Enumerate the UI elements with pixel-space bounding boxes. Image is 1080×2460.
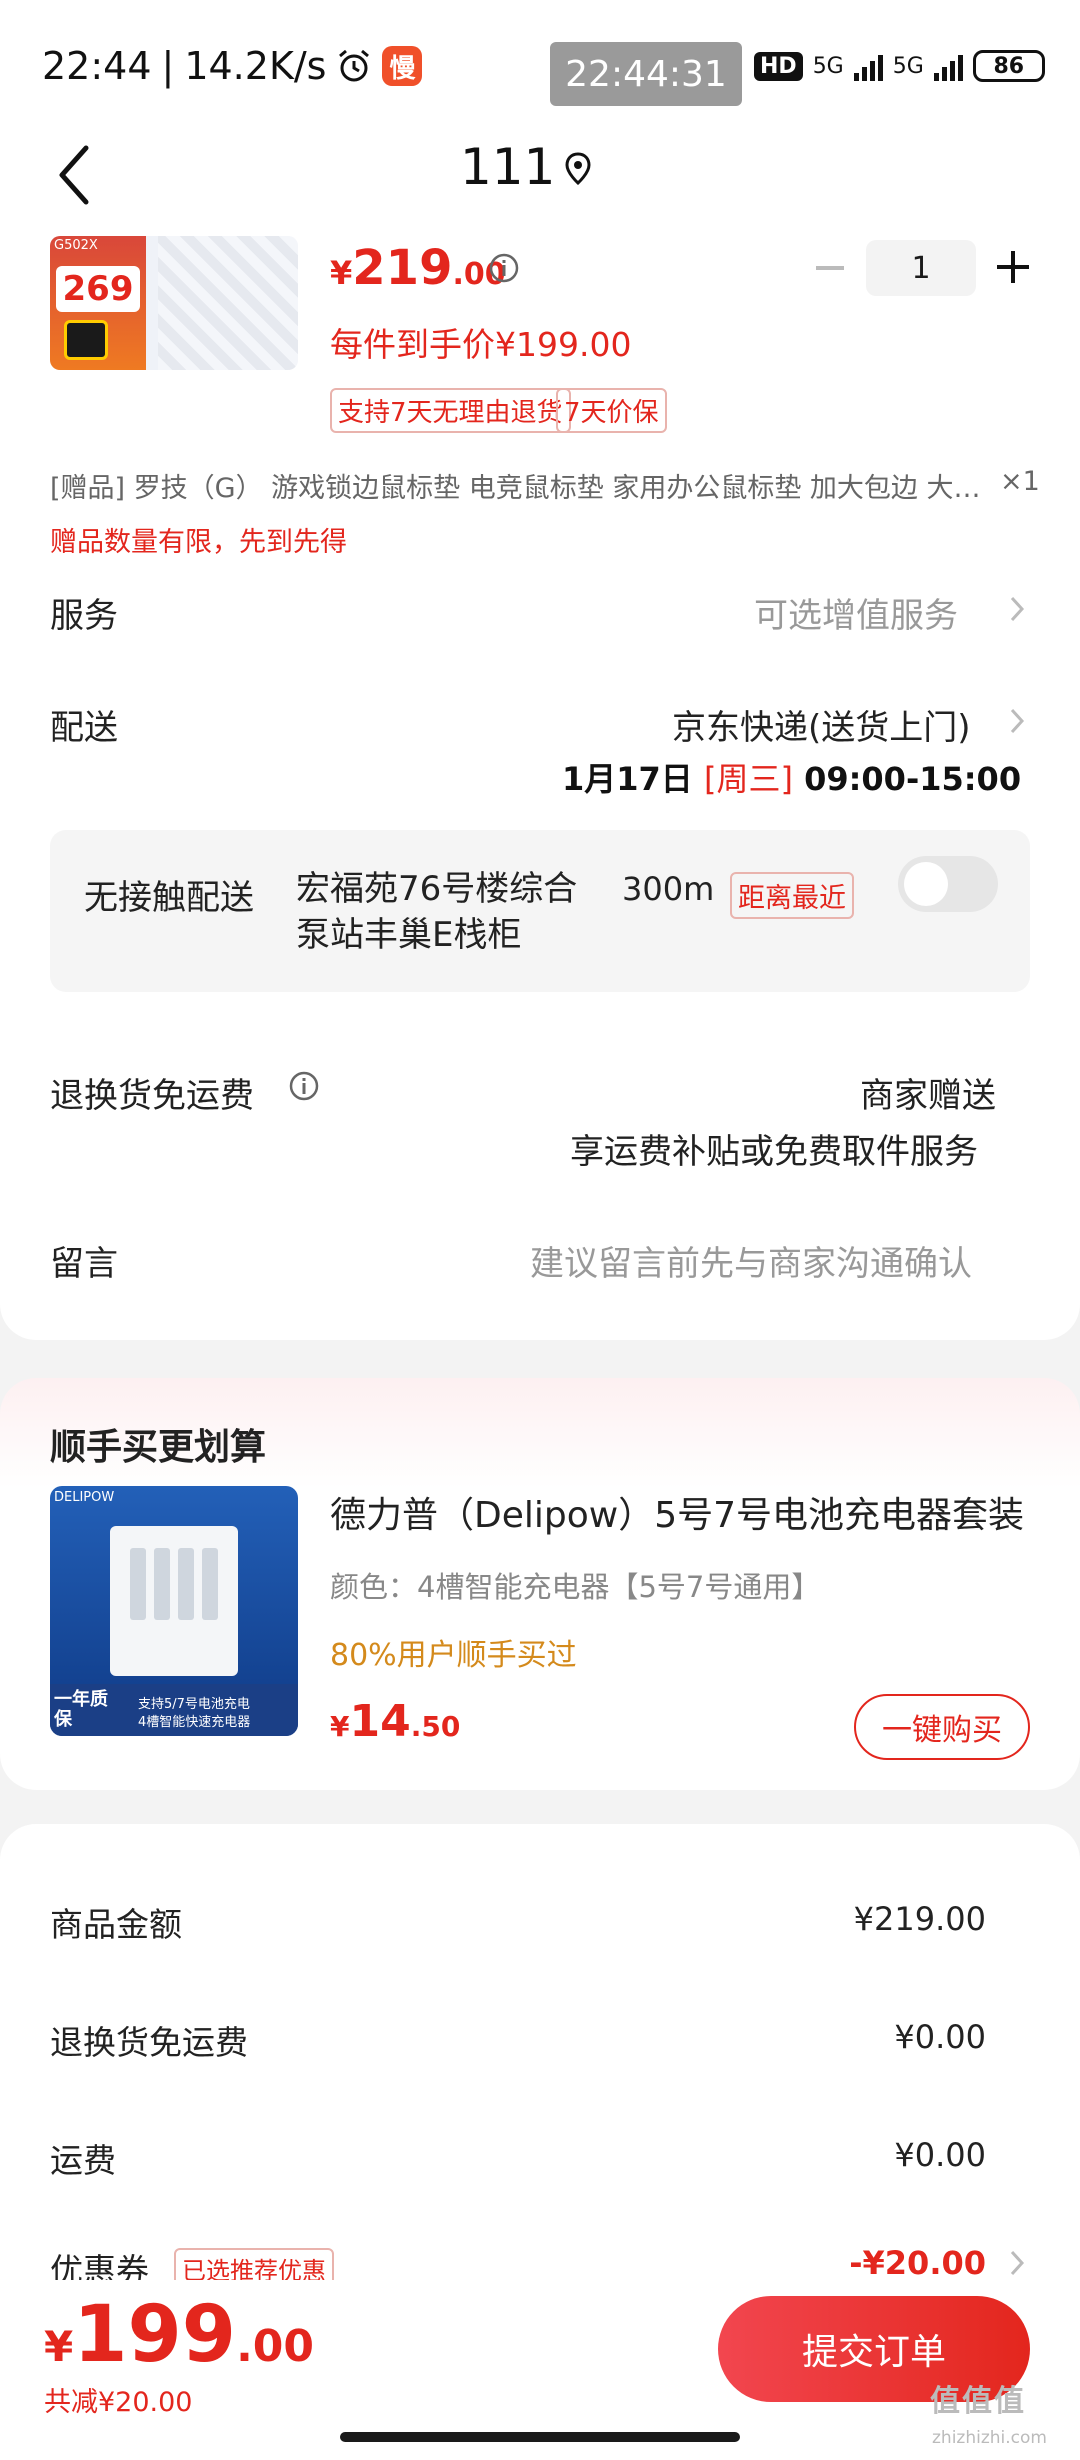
delivery-window: 09:00-15:00 — [804, 760, 1022, 798]
total-price: ¥ 199 .00 — [44, 2290, 315, 2380]
hd-indicator: HD — [754, 51, 803, 81]
gift-quantity: ×1 — [1000, 466, 1040, 497]
delivery-date: 1月17日 — [562, 760, 693, 798]
summary-value: ¥0.00 — [894, 2136, 986, 2174]
delivery-weekday: [周三] — [703, 760, 793, 798]
upsell-image-text1: 支持5/7号电池充电 — [138, 1697, 250, 1712]
mousepad-graphic — [158, 236, 298, 370]
service-value[interactable]: 可选增值服务 — [754, 588, 958, 637]
status-time: 22:44 — [42, 44, 152, 88]
plus-icon[interactable] — [994, 248, 1032, 286]
status-divider: | — [161, 44, 175, 88]
status-right: HD 5G 5G 86 — [754, 50, 1045, 82]
upsell-product-spec: 颜色：4槽智能充电器【5号7号通用】 — [330, 1570, 821, 1604]
chevron-right-icon[interactable] — [1008, 706, 1026, 736]
return-shipping-sub: 享运费补贴或免费取件服务 — [570, 1132, 978, 1172]
contactless-place: 宏福苑76号楼综合泵站丰巢E栈柜 — [296, 869, 578, 955]
product-image-price: 269 — [56, 266, 140, 312]
watermark: 值值值 — [930, 2384, 1026, 2419]
gift-note: 赠品数量有限，先到先得 — [50, 527, 347, 558]
upsell-product-image[interactable]: DELIPOW 一年质保 支持5/7号电池充电 4槽智能快速充电器 — [50, 1486, 298, 1736]
upsell-image-brand: DELIPOW — [54, 1490, 115, 1505]
upsell-social-proof: 80%用户顺手买过 — [330, 1638, 577, 1673]
return-shipping-value: 商家赠送 — [860, 1076, 996, 1116]
message-input[interactable]: 建议留言前先与商家沟通确认 — [530, 1236, 972, 1285]
final-price: 每件到手价¥199.00 — [330, 325, 632, 364]
clock-overlay: 22:44:31 — [550, 42, 742, 106]
quantity-input[interactable]: 1 — [866, 240, 976, 296]
one-click-buy-button[interactable]: 一键购买 — [854, 1694, 1030, 1760]
message-label: 留言 — [50, 1244, 118, 1284]
summary-label: 运费 — [50, 2141, 116, 2180]
network-label-1: 5G — [812, 53, 844, 79]
summary-value: ¥219.00 — [853, 1900, 986, 1938]
total-saved: 共减¥20.00 — [44, 2387, 193, 2418]
upsell-image-text2: 4槽智能快速充电器 — [138, 1715, 251, 1730]
upsell-title: 顺手买更划算 — [50, 1427, 267, 1468]
summary-value: ¥0.00 — [894, 2018, 986, 2056]
gift-item[interactable]: [赠品] 罗技（G） 游戏锁边鼠标垫 电竞鼠标垫 家用办公鼠标垫 加大包边 大号… — [50, 466, 990, 505]
watermark-url: zhizhizhi.com — [932, 2428, 1047, 2448]
coupon-value[interactable]: -¥20.00 — [849, 2244, 986, 2282]
battery-icon: 86 — [972, 50, 1045, 82]
price-protect-badge: 7天价保 — [556, 388, 667, 433]
contactless-toggle[interactable] — [898, 856, 998, 912]
summary-label: 商品金额 — [50, 1905, 182, 1944]
summary-label: 退换货免运费 — [50, 2023, 248, 2062]
return-policy-badge: 支持7天无理由退货 — [330, 388, 571, 433]
minus-icon[interactable] — [812, 250, 848, 286]
page-title: 111 — [460, 138, 556, 196]
status-speed: 14.2K/s — [184, 44, 327, 88]
info-icon[interactable] — [488, 252, 520, 284]
signal-icon — [853, 51, 883, 81]
logitech-logo — [64, 320, 108, 360]
chevron-right-icon[interactable] — [1008, 2248, 1026, 2278]
delivery-label: 配送 — [50, 708, 118, 748]
upsell-image-warranty: 一年质保 — [54, 1689, 108, 1730]
alarm-icon — [339, 49, 370, 82]
network-label-2: 5G — [892, 53, 924, 79]
status-left: 22:44 | 14.2K/s 慢 — [42, 44, 423, 88]
upsell-product-name[interactable]: 德力普（Delipow）5号7号电池充电器套装 — [330, 1486, 1030, 1538]
product-image[interactable]: G502X 269 — [50, 236, 298, 370]
info-icon[interactable] — [288, 1070, 320, 1102]
delivery-method[interactable]: 京东快递(送货上门) — [672, 700, 971, 749]
chevron-right-icon[interactable] — [1008, 594, 1026, 624]
return-shipping-label: 退换货免运费 — [50, 1076, 254, 1116]
toggle-knob — [904, 862, 948, 906]
location-pin-icon[interactable] — [564, 152, 592, 186]
service-label: 服务 — [50, 596, 118, 636]
contactless-distance: 300m — [622, 870, 715, 908]
signal-icon — [933, 51, 963, 81]
nearest-badge: 距离最近 — [730, 872, 854, 919]
upsell-price: ¥ 14 .50 — [330, 1696, 461, 1747]
delivery-time[interactable]: 1月17日 [周三] 09:00-15:00 — [562, 754, 1021, 800]
chevron-left-icon[interactable] — [50, 140, 100, 210]
app-notification-badge: 慢 — [382, 46, 423, 86]
contactless-label: 无接触配送 — [84, 878, 254, 918]
product-price: ¥ 219 .00 — [330, 240, 506, 296]
product-image-tag: G502X — [54, 238, 98, 253]
home-indicator[interactable] — [340, 2432, 740, 2442]
